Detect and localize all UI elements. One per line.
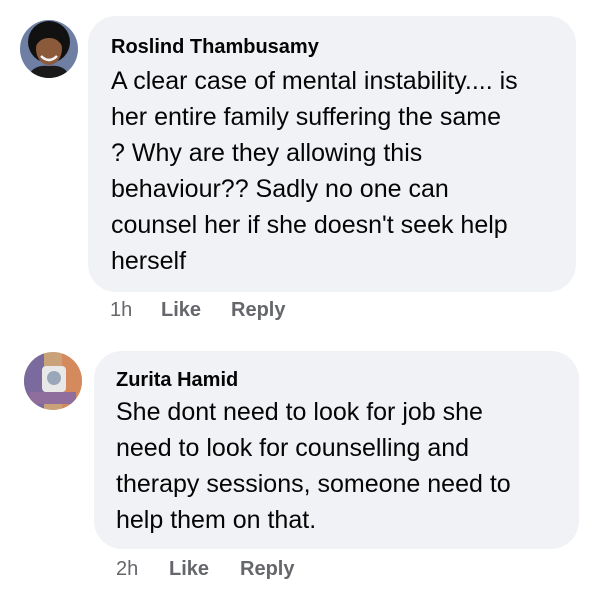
avatar-image <box>24 352 82 410</box>
comment-timestamp[interactable]: 2h <box>116 557 138 581</box>
comment-2: Zurita Hamid She dont need to look for j… <box>0 0 595 604</box>
like-button[interactable]: Like <box>169 557 209 581</box>
comment-text-line: She dont need to look for job she <box>116 398 483 426</box>
comment-text-line: need to look for counselling and <box>116 434 470 462</box>
comment-author[interactable]: Zurita Hamid <box>116 368 238 392</box>
comment-actions: 2h Like Reply <box>0 557 595 581</box>
comment-text-line: help them on that. <box>116 506 317 534</box>
avatar[interactable] <box>24 352 82 410</box>
comment-text-line: therapy sessions, someone need to <box>116 470 511 498</box>
reply-button[interactable]: Reply <box>240 557 294 581</box>
